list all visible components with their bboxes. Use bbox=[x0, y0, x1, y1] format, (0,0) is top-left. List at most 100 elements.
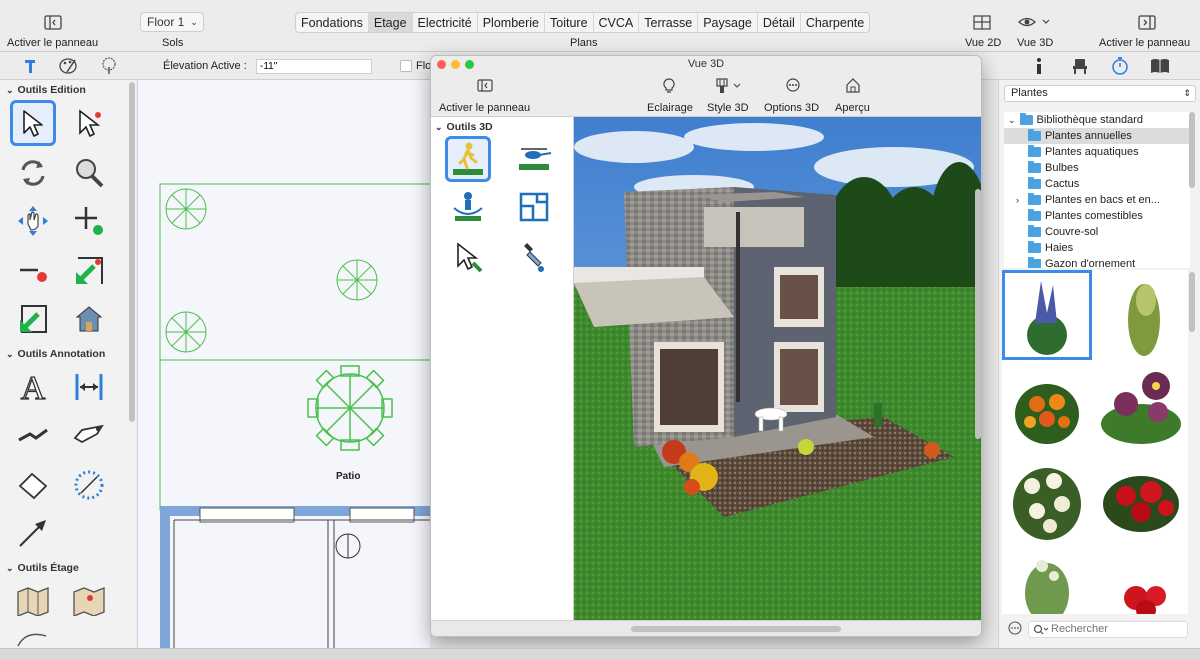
select-tool-button[interactable] bbox=[10, 100, 56, 146]
minimize-window-icon[interactable] bbox=[451, 60, 460, 69]
delete-point-tool-button[interactable] bbox=[10, 248, 56, 294]
thumbnail-tall-plant[interactable] bbox=[1002, 548, 1092, 614]
thumbnail-red-begonia[interactable] bbox=[1096, 456, 1186, 546]
fly-tool-button[interactable] bbox=[511, 136, 557, 182]
furniture-icon[interactable] bbox=[1071, 57, 1089, 78]
plan-canvas[interactable]: Patio bbox=[138, 80, 436, 648]
tree-item[interactable]: Gazon d'ornement bbox=[1004, 256, 1190, 268]
eyedropper-tool-button[interactable] bbox=[511, 234, 557, 280]
tree-item[interactable]: Couvre-sol bbox=[1004, 224, 1190, 240]
tree-root-row[interactable]: ⌄ Bibliothèque standard bbox=[1004, 112, 1190, 128]
arrow-tool-button[interactable] bbox=[10, 510, 56, 556]
thumbnail-white-flowers[interactable] bbox=[1002, 456, 1092, 546]
break-tool-button[interactable] bbox=[10, 296, 56, 342]
hammer-tool-icon[interactable] bbox=[22, 57, 40, 78]
label-tool-button[interactable] bbox=[66, 412, 112, 458]
zoom-window-icon[interactable] bbox=[465, 60, 474, 69]
section-floor-header[interactable]: ⌄ Outils Étage bbox=[6, 562, 79, 574]
edit-object-tool-button[interactable] bbox=[66, 100, 112, 146]
section-edit-header[interactable]: ⌄ Outils Edition bbox=[6, 84, 86, 96]
plans-tab-5[interactable]: CVCA bbox=[594, 13, 640, 32]
move-tool-button[interactable] bbox=[10, 198, 56, 244]
paintbrush-icon[interactable] bbox=[715, 78, 743, 97]
close-window-icon[interactable] bbox=[437, 60, 446, 69]
view-2d-icon[interactable] bbox=[973, 14, 991, 30]
options-3d-label[interactable]: Options 3D bbox=[764, 102, 819, 114]
polyline-tool-button[interactable] bbox=[10, 462, 56, 508]
plans-tab-0[interactable]: Fondations bbox=[296, 13, 369, 32]
activate-panel-right-label[interactable]: Activer le panneau bbox=[1099, 37, 1190, 49]
add-point-tool-button[interactable] bbox=[66, 198, 112, 244]
tree-icon[interactable] bbox=[100, 57, 118, 78]
lighting-label[interactable]: Eclairage bbox=[647, 102, 693, 114]
thumbnail-shrub[interactable] bbox=[1096, 270, 1186, 360]
tree-item[interactable]: Plantes aquatiques bbox=[1004, 144, 1190, 160]
style-3d-label[interactable]: Style 3D bbox=[707, 102, 749, 114]
plans-tab-1[interactable]: Etage bbox=[368, 13, 413, 32]
view-3d-label[interactable]: Vue 3D bbox=[1017, 37, 1053, 49]
tree-item[interactable]: Bulbes bbox=[1004, 160, 1190, 176]
thumbnails-scrollbar[interactable] bbox=[1189, 272, 1195, 332]
floor-plan-3d-button[interactable] bbox=[511, 184, 557, 230]
lightbulb-icon[interactable] bbox=[663, 78, 675, 97]
walk-tool-button[interactable] bbox=[445, 136, 491, 182]
floor-plan-tool-button[interactable] bbox=[66, 578, 112, 624]
activate-panel-left-label[interactable]: Activer le panneau bbox=[7, 37, 98, 49]
plans-tab-3[interactable]: Plomberie bbox=[478, 13, 545, 32]
floor-select[interactable]: Floor 1 ⌄ bbox=[140, 12, 204, 32]
chevron-right-icon[interactable]: › bbox=[1016, 195, 1024, 205]
plans-tab-6[interactable]: Terrasse bbox=[639, 13, 699, 32]
section-annotation-header[interactable]: ⌄ Outils Annotation bbox=[6, 348, 105, 360]
3d-view-scrollbar[interactable] bbox=[975, 189, 981, 439]
horizontal-scrollbar[interactable] bbox=[631, 626, 841, 632]
corner-tool-button[interactable] bbox=[66, 248, 112, 294]
more-options-icon[interactable] bbox=[1008, 620, 1022, 638]
plans-tab-9[interactable]: Charpente bbox=[801, 13, 869, 32]
plans-tab-7[interactable]: Paysage bbox=[698, 13, 758, 32]
eye-icon[interactable] bbox=[1018, 14, 1052, 30]
book-icon[interactable] bbox=[1150, 57, 1170, 78]
tree-scrollbar[interactable] bbox=[1189, 112, 1195, 188]
sidebar-toggle-icon[interactable] bbox=[477, 79, 493, 95]
sidebar-toggle-icon[interactable] bbox=[44, 14, 62, 30]
thumbnail-pansy[interactable] bbox=[1096, 364, 1186, 454]
more-options-icon[interactable] bbox=[786, 78, 800, 95]
3d-render-view[interactable] bbox=[574, 117, 981, 620]
library-category-select[interactable]: Plantes ⇕ bbox=[1004, 85, 1196, 102]
tools-3d-header[interactable]: ⌄ Outils 3D bbox=[435, 121, 493, 133]
search-input[interactable] bbox=[1051, 623, 1171, 635]
home-icon[interactable] bbox=[846, 78, 860, 96]
tree-item[interactable]: Haies bbox=[1004, 240, 1190, 256]
sidebar-right-toggle-icon[interactable] bbox=[1138, 14, 1156, 30]
activate-panel-label[interactable]: Activer le panneau bbox=[439, 102, 530, 114]
info-icon[interactable] bbox=[1033, 57, 1045, 78]
thumbnail-marigold[interactable] bbox=[1002, 364, 1092, 454]
zoom-tool-button[interactable] bbox=[66, 150, 112, 196]
line-tool-button[interactable] bbox=[10, 412, 56, 458]
dimension-tool-button[interactable] bbox=[66, 364, 112, 410]
house-tool-button[interactable] bbox=[66, 296, 112, 342]
tree-item[interactable]: Cactus bbox=[1004, 176, 1190, 192]
plans-tab-8[interactable]: Détail bbox=[758, 13, 801, 32]
tools-scrollbar[interactable] bbox=[129, 82, 135, 422]
floor-checkbox[interactable] bbox=[400, 60, 412, 72]
preview-label[interactable]: Aperçu bbox=[835, 102, 870, 114]
elevation-input[interactable] bbox=[256, 59, 372, 74]
window-titlebar[interactable]: Vue 3D bbox=[431, 56, 981, 73]
tree-item[interactable]: Plantes comestibles bbox=[1004, 208, 1190, 224]
select-3d-tool-button[interactable] bbox=[445, 234, 491, 280]
tree-item[interactable]: › Plantes en bacs et en... bbox=[1004, 192, 1190, 208]
rotate-tool-button[interactable] bbox=[10, 150, 56, 196]
tree-item[interactable]: Plantes annuelles bbox=[1004, 128, 1190, 144]
circle-dimension-tool-button[interactable] bbox=[66, 462, 112, 508]
view-2d-label[interactable]: Vue 2D bbox=[965, 37, 1001, 49]
timer-icon[interactable] bbox=[1111, 57, 1129, 78]
plans-tab-2[interactable]: Electricité bbox=[413, 13, 478, 32]
text-tool-button[interactable]: A bbox=[10, 364, 56, 410]
thumbnail-salvia[interactable] bbox=[1002, 270, 1092, 360]
thumbnail-red-flowers-2[interactable] bbox=[1096, 548, 1186, 614]
orbit-tool-button[interactable] bbox=[445, 184, 491, 230]
floor-tool-button[interactable] bbox=[10, 578, 56, 624]
plans-tab-4[interactable]: Toiture bbox=[545, 13, 594, 32]
palette-icon[interactable] bbox=[58, 57, 78, 78]
